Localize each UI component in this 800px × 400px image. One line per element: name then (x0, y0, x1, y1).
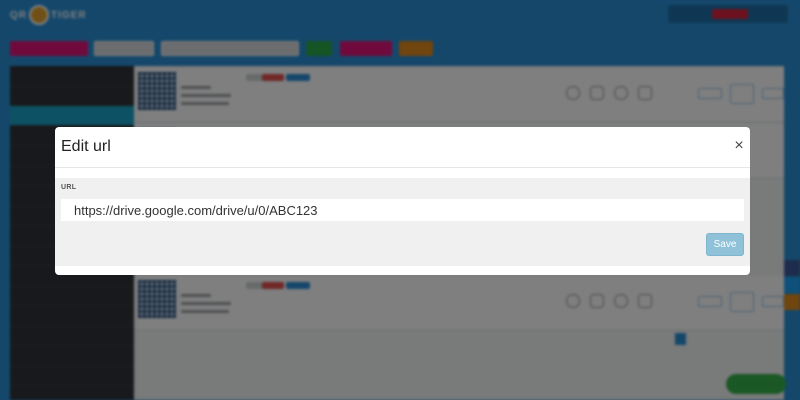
edit-url-modal: Edit url × URL Save (55, 127, 750, 275)
url-input[interactable] (61, 199, 744, 221)
close-icon[interactable]: × (732, 137, 746, 155)
modal-body: URL Save (55, 178, 750, 266)
url-label: URL (61, 184, 77, 191)
modal-title: Edit url (61, 138, 111, 155)
modal-header: Edit url × (55, 127, 750, 168)
save-button[interactable]: Save (706, 233, 744, 256)
